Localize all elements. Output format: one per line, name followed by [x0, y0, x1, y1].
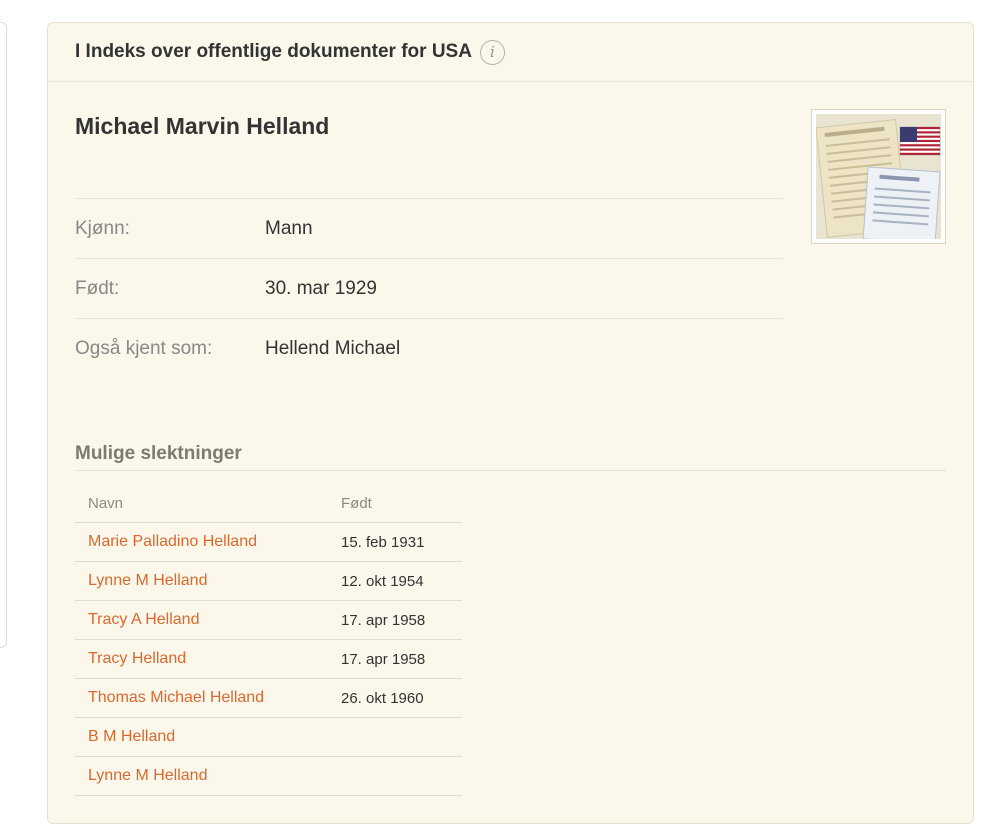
table-row: Tracy Helland 17. apr 1958: [75, 640, 462, 679]
us-flag-icon: [899, 126, 941, 156]
card-header: I Indeks over offentlige dokumenter for …: [48, 23, 973, 82]
card-title: I Indeks over offentlige dokumenter for …: [75, 41, 472, 62]
relative-link[interactable]: Thomas Michael Helland: [88, 689, 264, 706]
info-icon[interactable]: i: [479, 39, 505, 65]
us-flag-document-icon: [816, 114, 941, 239]
relatives-table-header: Navn Født: [75, 484, 462, 523]
relatives-table: Navn Født Marie Palladino Helland 15. fe…: [75, 484, 462, 796]
table-row: Marie Palladino Helland 15. feb 1931: [75, 523, 462, 562]
fact-label: Også kjent som:: [75, 337, 213, 359]
relative-birth-date: 17. apr 1958: [341, 650, 426, 668]
table-row: B M Helland: [75, 718, 462, 757]
relative-link[interactable]: Tracy Helland: [88, 650, 186, 667]
relative-link[interactable]: Lynne M Helland: [88, 572, 207, 589]
fact-label: Kjønn:: [75, 217, 130, 239]
person-name: Michael Marvin Helland: [75, 113, 330, 139]
relative-link[interactable]: B M Helland: [88, 728, 175, 745]
relative-birth-date: 17. apr 1958: [341, 611, 426, 629]
relative-link[interactable]: Tracy A Helland: [88, 611, 199, 628]
column-header-born: Født: [341, 494, 372, 512]
column-header-name: Navn: [88, 494, 124, 512]
table-row: Lynne M Helland 12. okt 1954: [75, 562, 462, 601]
table-row: Thomas Michael Helland 26. okt 1960: [75, 679, 462, 718]
record-card: I Indeks over offentlige dokumenter for …: [47, 22, 974, 824]
fact-row-born: Født: 30. mar 1929: [75, 258, 783, 318]
fact-row-gender: Kjønn: Mann: [75, 198, 783, 258]
fact-value: Mann: [265, 217, 313, 239]
table-row: Lynne M Helland: [75, 757, 462, 796]
relatives-divider: [75, 470, 946, 471]
relative-birth-date: 12. okt 1954: [341, 572, 424, 590]
fact-value: Hellend Michael: [265, 337, 401, 359]
relatives-section-title: Mulige slektninger: [75, 443, 242, 464]
fact-row-aka: Også kjent som: Hellend Michael: [75, 318, 783, 378]
relative-birth-date: 26. okt 1960: [341, 689, 424, 707]
relative-link[interactable]: Marie Palladino Helland: [88, 533, 257, 550]
fact-value: 30. mar 1929: [265, 277, 377, 299]
relative-birth-date: 15. feb 1931: [341, 533, 425, 551]
table-row: Tracy A Helland 17. apr 1958: [75, 601, 462, 640]
fact-label: Født:: [75, 277, 120, 299]
person-facts: Kjønn: Mann Født: 30. mar 1929 Også kjen…: [75, 198, 783, 378]
relative-link[interactable]: Lynne M Helland: [88, 767, 207, 784]
adjacent-panel-edge: [0, 22, 7, 648]
record-thumbnail[interactable]: [811, 109, 946, 244]
